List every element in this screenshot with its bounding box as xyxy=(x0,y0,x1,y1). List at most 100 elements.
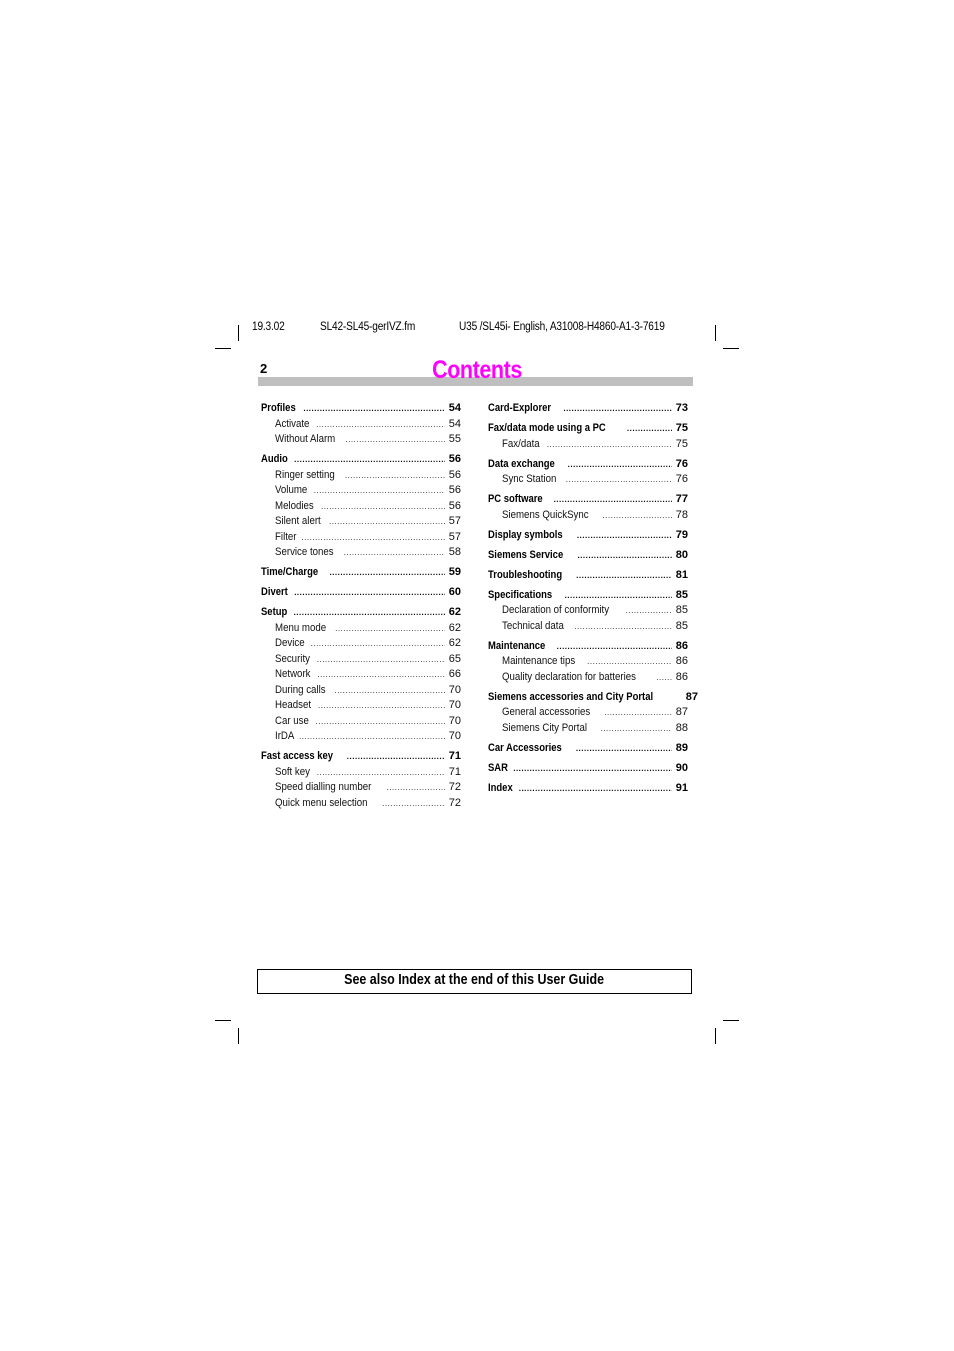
toc-subentry[interactable]: Volume 56 xyxy=(261,483,461,499)
toc-leader-dots xyxy=(301,530,445,546)
toc-entry-page: 72 xyxy=(448,781,461,793)
toc-entry-label: Ringer setting xyxy=(275,468,335,481)
toc-entry-page: 58 xyxy=(448,546,461,558)
toc-entry-label: General accessories xyxy=(502,706,591,718)
toc-subentry[interactable]: Sync Station 76 xyxy=(488,472,688,488)
toc-leader-dots xyxy=(314,483,445,499)
toc-entry-page: 57 xyxy=(448,515,461,527)
toc-leader-dots xyxy=(311,636,445,652)
toc-entry-label: Index xyxy=(488,781,513,794)
toc-subentry[interactable]: Ringer setting 56 xyxy=(261,468,461,484)
toc-subentry[interactable]: Device 62 xyxy=(261,636,461,652)
toc-subentry[interactable]: Speed dialling number 72 xyxy=(261,780,461,796)
toc-entry[interactable]: Siemens accessories and City Portal 87 xyxy=(488,690,698,706)
toc-leader-dots xyxy=(566,472,672,488)
page-title: Contents xyxy=(432,356,522,384)
toc-subentry[interactable]: Fax/data 75 xyxy=(488,437,688,453)
toc-entry-label: Data exchange xyxy=(488,457,555,470)
toc-subentry[interactable]: Declaration of conformity 85 xyxy=(488,603,688,619)
toc-subentry[interactable]: Quick menu selection 72 xyxy=(261,796,461,812)
toc-entry[interactable]: Specifications 85 xyxy=(488,588,688,604)
toc-leader-dots xyxy=(317,765,445,781)
crop-mark-bottom-right-vertical xyxy=(715,1028,716,1044)
toc-entry[interactable]: Fax/data mode using a PC 75 xyxy=(488,421,688,437)
toc-entry-page: 66 xyxy=(448,668,461,680)
toc-subentry[interactable]: Siemens City Portal 88 xyxy=(488,721,688,737)
toc-entry[interactable]: Maintenance 86 xyxy=(488,639,688,655)
toc-leader-dots xyxy=(347,749,445,765)
toc-entry-label: Car Accessories xyxy=(488,741,562,754)
toc-entry-page: 60 xyxy=(448,586,461,598)
toc-subentry[interactable]: IrDA 70 xyxy=(261,729,461,745)
toc-subentry[interactable]: Network 66 xyxy=(261,667,461,683)
crop-mark-bottom-left-vertical xyxy=(238,1028,239,1044)
toc-entry-page: 75 xyxy=(675,422,688,434)
toc-entry[interactable]: PC software 77 xyxy=(488,492,688,508)
toc-entry-page: 80 xyxy=(675,548,688,561)
toc-leader-dots xyxy=(299,729,445,745)
toc-entry-page: 56 xyxy=(448,484,461,496)
toc-entry[interactable]: Profiles 54 xyxy=(261,401,461,417)
toc-entry-page: 56 xyxy=(448,453,461,465)
toc-leader-dots xyxy=(317,652,445,668)
toc-subentry[interactable]: Melodies 56 xyxy=(261,499,461,515)
toc-subentry[interactable]: Siemens QuickSync 78 xyxy=(488,508,688,524)
toc-entry-page: 90 xyxy=(675,761,688,774)
toc-entry-page: 76 xyxy=(675,473,688,485)
toc-leader-dots xyxy=(604,705,672,721)
toc-subentry[interactable]: Maintenance tips 86 xyxy=(488,654,688,670)
toc-subentry[interactable]: Car use 70 xyxy=(261,714,461,730)
toc-entry-label: Menu mode xyxy=(275,621,327,634)
toc-entry[interactable]: SAR 90 xyxy=(488,761,688,777)
toc-subentry[interactable]: Technical data 85 xyxy=(488,619,688,635)
toc-entry-page: 85 xyxy=(675,619,688,632)
toc-entry[interactable]: Car Accessories 89 xyxy=(488,741,688,757)
toc-subentry[interactable]: Filter 57 xyxy=(261,530,461,546)
toc-leader-dots xyxy=(386,780,445,796)
toc-leader-dots xyxy=(382,796,445,812)
crop-mark-bottom-right-horizontal xyxy=(723,1020,739,1021)
toc-entry-label: Display symbols xyxy=(488,528,563,541)
toc-entry-page: 87 xyxy=(675,706,688,718)
toc-entry[interactable]: Troubleshooting 81 xyxy=(488,568,688,584)
toc-subentry[interactable]: Activate 54 xyxy=(261,417,461,433)
toc-entry-label: Fast access key xyxy=(261,750,334,762)
toc-entry[interactable]: Display symbols 79 xyxy=(488,528,688,544)
toc-entry-page: 59 xyxy=(448,566,461,578)
toc-entry-page: 88 xyxy=(675,721,688,734)
toc-entry-page: 70 xyxy=(448,714,461,727)
toc-leader-dots xyxy=(519,781,672,797)
toc-entry[interactable]: Card-Explorer 73 xyxy=(488,401,688,417)
toc-subentry[interactable]: Silent alert 57 xyxy=(261,514,461,530)
toc-subentry[interactable]: General accessories 87 xyxy=(488,705,688,721)
toc-subentry[interactable]: Security 65 xyxy=(261,652,461,668)
toc-entry-page: 81 xyxy=(675,568,688,581)
toc-leader-dots xyxy=(317,667,445,683)
toc-entry[interactable]: Time/Charge 59 xyxy=(261,565,461,581)
toc-entry[interactable]: Setup 62 xyxy=(261,605,461,621)
header-doc-id: U35 /SL45i- English, A31008-H4860-A1-3-7… xyxy=(459,321,665,333)
toc-subentry[interactable]: Service tones 58 xyxy=(261,545,461,561)
toc-entry[interactable]: Data exchange 76 xyxy=(488,457,688,473)
crop-mark-top-left-horizontal xyxy=(215,348,231,349)
toc-entry[interactable]: Fast access key 71 xyxy=(261,749,461,765)
toc-entry[interactable]: Audio 56 xyxy=(261,452,461,468)
toc-subentry[interactable]: Headset 70 xyxy=(261,698,461,714)
toc-entry[interactable]: Divert 60 xyxy=(261,585,461,601)
toc-entry-page: 72 xyxy=(448,796,461,809)
toc-entry-page: 54 xyxy=(448,402,461,414)
toc-entry[interactable]: Index 91 xyxy=(488,781,688,797)
toc-subentry[interactable]: During calls 70 xyxy=(261,683,461,699)
toc-leader-dots xyxy=(344,545,445,561)
toc-subentry[interactable]: Quality declaration for batteries 86 xyxy=(488,670,688,686)
toc-entry-label: Device xyxy=(275,637,305,649)
toc-entry-page: 57 xyxy=(448,530,461,543)
toc-entry-page: 77 xyxy=(675,493,688,505)
footer-note-box: See also Index at the end of this User G… xyxy=(257,969,692,994)
toc-entry[interactable]: Siemens Service 80 xyxy=(488,548,688,564)
toc-subentry[interactable]: Menu mode 62 xyxy=(261,621,461,637)
toc-subentry[interactable]: Soft key 71 xyxy=(261,765,461,781)
toc-subentry[interactable]: Without Alarm 55 xyxy=(261,432,461,448)
toc-entry-page: 75 xyxy=(675,437,688,450)
toc-entry-page: 86 xyxy=(675,670,688,683)
